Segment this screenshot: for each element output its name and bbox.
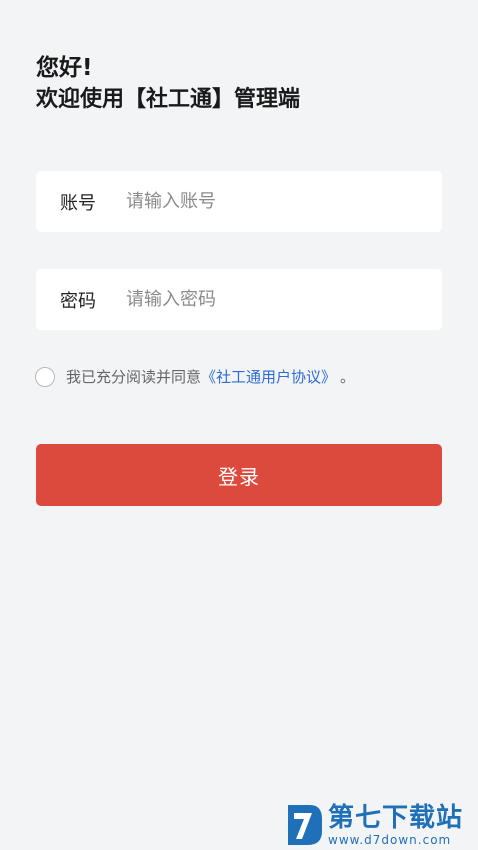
login-page: 您好! 欢迎使用【社工通】管理端 账号 密码 我已充分阅读并同意 《社工通用户协…	[0, 0, 478, 850]
login-button[interactable]: 登录	[36, 444, 442, 506]
greeting-welcome: 欢迎使用【社工通】管理端	[36, 87, 301, 112]
account-label: 账号	[60, 192, 96, 214]
watermark: 第七下载站 www.d7down.com	[284, 801, 463, 849]
agreement-text: 我已充分阅读并同意	[66, 368, 202, 386]
greeting-hello: 您好!	[36, 55, 93, 81]
agreement-row: 我已充分阅读并同意 《社工通用户协议》 。	[35, 366, 355, 387]
account-field[interactable]: 账号	[36, 171, 442, 232]
password-label: 密码	[60, 290, 96, 312]
agreement-checkbox[interactable]	[35, 366, 55, 387]
user-agreement-link[interactable]: 《社工通用户协议》	[201, 366, 336, 387]
agreement-suffix: 。	[340, 368, 356, 386]
watermark-url: www.d7down.com	[328, 833, 452, 847]
watermark-title: 第七下载站	[328, 803, 464, 833]
password-field[interactable]: 密码	[36, 269, 442, 330]
d7-logo-icon	[288, 805, 322, 845]
account-input[interactable]	[126, 171, 442, 232]
greeting: 您好! 欢迎使用【社工通】管理端	[36, 52, 300, 116]
password-input[interactable]	[126, 269, 442, 330]
